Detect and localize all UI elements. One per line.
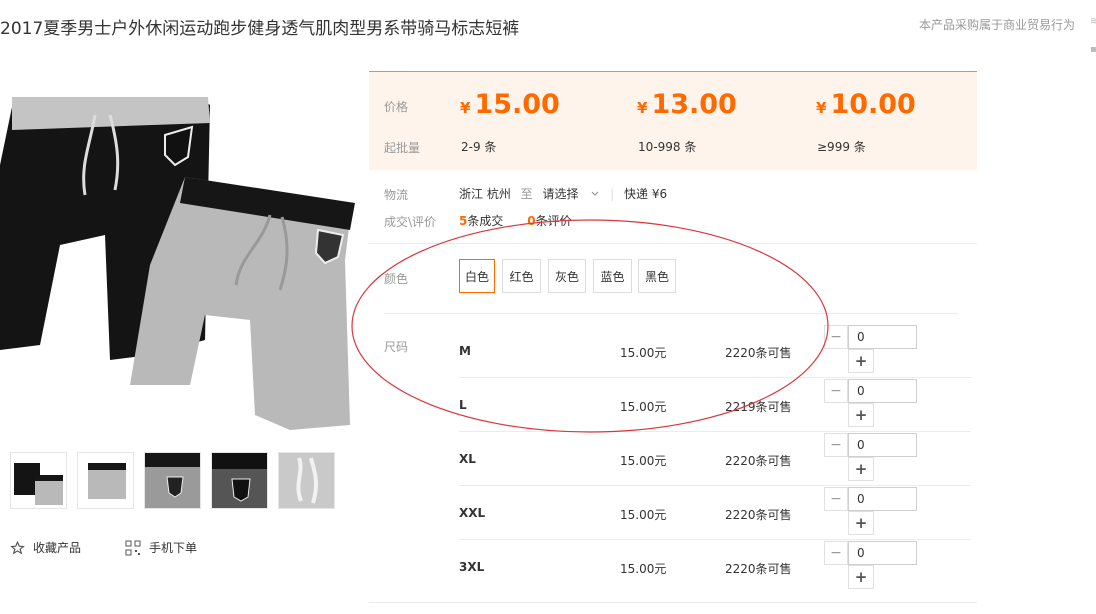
thumbnail-3[interactable] [144,452,201,509]
size-row-m: M 15.00元 2220条可售 − + [459,323,971,377]
thumbnail-2[interactable] [77,452,134,509]
reviews-count: 0 [527,214,536,228]
color-option-white[interactable]: 白色 [459,259,495,293]
color-option-red[interactable]: 红色 [502,259,541,293]
favorite-product-link[interactable]: 收藏产品 [10,539,81,556]
increment-button[interactable]: + [848,511,874,535]
thumbnail-4[interactable] [211,452,268,509]
express-fee: 快递 ¥6 [624,187,668,201]
reviews-unit[interactable]: 条评价 [536,214,572,228]
destination-select[interactable]: 请选择 [543,187,601,201]
quantity-input[interactable] [848,325,917,349]
tier-price-3: ¥10.00 [816,89,916,120]
quantity-input[interactable] [848,379,917,403]
favorite-label: 收藏产品 [33,541,82,555]
size-stock: 2220条可售 [725,454,792,468]
currency-symbol: ¥ [637,99,648,117]
size-row-xxl: XXL 15.00元 2220条可售 − + [459,485,971,539]
size-stock: 2220条可售 [725,346,792,360]
chevron-down-icon [591,191,599,196]
size-price: 15.00元 [620,454,667,468]
trade-stats: 5条成交 0条评价 [459,212,572,229]
increment-button[interactable]: + [848,349,874,373]
size-stock: 2220条可售 [725,508,792,522]
currency-symbol: ¥ [460,99,471,117]
min-order-label: 起批量 [384,141,421,155]
bottom-divider [369,602,977,603]
size-price: 15.00元 [620,400,667,414]
size-stock: 2219条可售 [725,400,792,414]
quantity-input[interactable] [848,541,917,565]
price-panel: 价格 起批量 ¥15.00 2-9 条 ¥13.00 10-998 条 ¥10.… [369,71,977,170]
color-label: 颜色 [384,272,409,286]
tier-price-3-value: 10.00 [830,89,916,120]
tier-price-2: ¥13.00 [637,89,737,120]
deals-unit[interactable]: 条成交 [467,214,503,228]
row-divider [459,485,971,486]
row-divider [459,377,971,378]
to-label: 至 [520,187,533,201]
mobile-order-label: 手机下单 [149,541,198,555]
currency-symbol: ¥ [816,99,827,117]
size-price: 15.00元 [620,562,667,576]
tier-price-1-value: 15.00 [474,89,560,120]
main-product-image[interactable] [0,85,365,430]
tier-qty-2: 10-998 条 [638,140,697,154]
size-name: L [459,398,467,412]
decrement-button[interactable]: − [824,325,848,349]
origin-city: 浙江 杭州 [459,187,511,201]
size-name: XXL [459,506,486,520]
quantity-input[interactable] [848,433,917,457]
divider-line [369,243,977,244]
edge-mark-bottom: ▪ [1090,44,1096,55]
color-option-grey[interactable]: 灰色 [548,259,586,293]
decrement-button[interactable]: − [824,541,848,565]
destination-select-label: 请选择 [542,187,579,201]
size-label: 尺码 [384,340,409,354]
tier-qty-1: 2-9 条 [461,140,497,154]
trade-notice: 本产品采购属于商业贸易行为 [919,18,1076,32]
divider: | [610,187,615,201]
size-price: 15.00元 [620,508,667,522]
size-row-l: L 15.00元 2219条可售 − + [459,377,971,431]
color-option-blue[interactable]: 蓝色 [593,259,632,293]
size-row-xl: XL 15.00元 2220条可售 − + [459,431,971,485]
product-title: 2017夏季男士户外休闲运动跑步健身透气肌肉型男系带骑马标志短裤 [0,19,520,39]
logistics-info: 浙江 杭州 至 请选择 | 快递 ¥6 [459,185,667,202]
size-price: 15.00元 [620,346,667,360]
thumbnail-1[interactable] [10,452,67,509]
tier-qty-3: ≥999 条 [817,140,866,154]
size-name: 3XL [459,560,485,574]
size-name: M [459,344,471,358]
decrement-button[interactable]: − [824,379,848,403]
thumbnail-5[interactable] [278,452,335,509]
price-label: 价格 [384,100,409,114]
tier-price-2-value: 13.00 [651,89,737,120]
increment-button[interactable]: + [848,457,874,481]
logistics-label: 物流 [384,188,409,202]
size-name: XL [459,452,476,466]
edge-mark-top: ≋ [1090,16,1096,27]
mobile-order-link[interactable]: 手机下单 [125,539,197,556]
trade-label: 成交\评价 [384,215,437,229]
decrement-button[interactable]: − [824,433,848,457]
star-icon [10,540,25,555]
quantity-input[interactable] [848,487,917,511]
row-divider [459,539,971,540]
size-stock: 2220条可售 [725,562,792,576]
qr-code-icon [125,540,141,555]
color-option-black[interactable]: 黑色 [638,259,676,293]
increment-button[interactable]: + [848,403,874,427]
tier-price-1: ¥15.00 [460,89,560,120]
row-divider [459,431,971,432]
decrement-button[interactable]: − [824,487,848,511]
size-row-3xl: 3XL 15.00元 2220条可售 − + [459,539,971,593]
divider-line [384,313,958,314]
increment-button[interactable]: + [848,565,874,589]
shorts-image [0,97,355,430]
